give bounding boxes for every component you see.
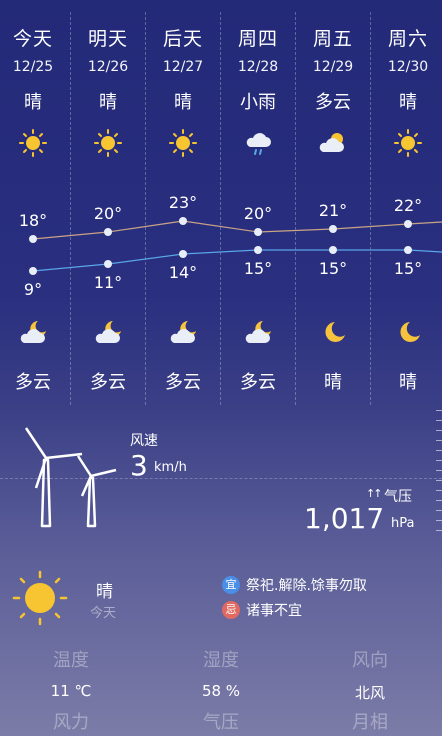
temperature-curve (29, 217, 442, 275)
low-temp-point (29, 267, 37, 275)
low-temp-point (329, 246, 337, 254)
wind-force-label: 风力 (53, 712, 89, 733)
night-condition: 晴 (399, 372, 417, 393)
low-temp-line (32, 249, 442, 272)
low-temp-point (104, 260, 112, 268)
humidity-label: 湿度 (203, 650, 239, 671)
low-temp-label: 9° (23, 280, 43, 299)
wind-speed-label: 风速 (130, 433, 158, 449)
high-temp-label: 22° (393, 196, 423, 215)
wind-speed-unit: km/h (154, 460, 187, 475)
temperature-label: 温度 (53, 650, 89, 671)
pressure-up-arrows-icon: ↑↑ (366, 487, 383, 500)
high-temp-point (29, 235, 37, 243)
wind-direction-label: 风向 (352, 650, 388, 671)
pressure-label-bottom: 气压 (203, 712, 239, 733)
low-temp-label: 15° (318, 259, 348, 278)
humidity-value: 58 % (201, 682, 241, 700)
pressure-label: 气压 (384, 489, 412, 505)
almanac-ji-text: 诸事不宜 (246, 603, 302, 619)
low-temp-label: 14° (168, 263, 198, 282)
high-temp-label: 20° (93, 204, 123, 223)
high-temp-point (254, 228, 262, 236)
low-temp-point (179, 250, 187, 258)
low-temp-label: 15° (393, 259, 423, 278)
high-temp-line (32, 220, 442, 240)
moon-icon (325, 322, 345, 342)
cloudy-moon-icon (170, 321, 196, 343)
night-condition: 多云 (240, 372, 276, 393)
high-temp-point (179, 217, 187, 225)
cloudy-moon-icon (20, 321, 46, 343)
high-temp-label: 20° (243, 204, 273, 223)
wind-turbine-icon (24, 427, 117, 528)
moon-icon (400, 322, 420, 342)
almanac-ji-row: 忌 诸事不宜 (222, 600, 302, 620)
pressure-value: 1,017 (304, 502, 385, 535)
today-condition: 晴 (96, 582, 113, 602)
forecast-panel: 今天 12/25 晴 多云 明天 12/26 晴 多云 后天 12/27 晴 多… (0, 0, 442, 405)
low-temp-point (254, 246, 262, 254)
low-temp-point (404, 246, 412, 254)
high-temp-label: 21° (318, 201, 348, 220)
high-temp-point (329, 225, 337, 233)
night-condition: 多云 (90, 372, 126, 393)
cloudy-moon-icon (245, 321, 271, 343)
high-temp-label: 23° (168, 193, 198, 212)
night-condition: 多云 (165, 372, 201, 393)
ji-badge: 忌 (222, 601, 240, 619)
almanac-yi-text: 祭祀.解除.馀事勿取 (246, 578, 367, 594)
yi-badge: 宜 (222, 576, 240, 594)
wind-direction-value: 北风 (354, 684, 386, 702)
moon-phase-label: 月相 (352, 712, 388, 733)
high-temp-label: 18° (18, 211, 48, 230)
high-temp-point (104, 228, 112, 236)
night-condition: 晴 (324, 372, 342, 393)
divider-dashed (0, 478, 442, 479)
night-condition: 多云 (15, 372, 51, 393)
scale-ticks (436, 410, 442, 540)
pressure-unit: hPa (391, 516, 415, 531)
low-temp-label: 11° (93, 273, 123, 292)
almanac-yi-row: 宜 祭祀.解除.馀事勿取 (222, 575, 367, 595)
sun-icon (12, 570, 68, 626)
temperature-value: 11 ℃ (50, 682, 92, 700)
today-day-label: 今天 (90, 606, 117, 621)
high-temp-point (404, 220, 412, 228)
cloudy-moon-icon (95, 321, 121, 343)
low-temp-label: 15° (243, 259, 273, 278)
